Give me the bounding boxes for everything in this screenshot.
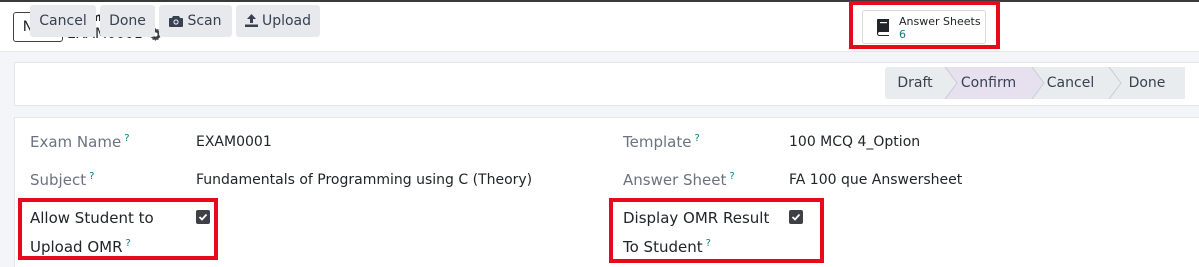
scan-label: Scan xyxy=(187,13,222,29)
template-label: Template? xyxy=(623,133,700,151)
exam-name-label: Exam Name? xyxy=(30,133,130,151)
help-icon[interactable]: ? xyxy=(729,171,734,182)
upload-label: Upload xyxy=(261,13,312,29)
subject-label: Subject? xyxy=(30,171,95,189)
template-value[interactable]: 100 MCQ 4_Option xyxy=(789,134,920,150)
help-icon[interactable]: ? xyxy=(89,171,94,182)
book-icon xyxy=(875,18,891,36)
help-icon[interactable]: ? xyxy=(694,133,699,144)
allow-upload-label: Allow Student to Upload OMR? xyxy=(30,209,154,256)
help-icon[interactable]: ? xyxy=(124,133,129,144)
stage-arrow-outline xyxy=(1108,67,1122,99)
stage-confirm[interactable]: Confirm xyxy=(945,67,1032,99)
subject-value[interactable]: Fundamentals of Programming using C (The… xyxy=(196,172,532,188)
done-button[interactable]: Done xyxy=(100,5,155,37)
upload-button[interactable]: Upload xyxy=(236,5,320,37)
cancel-button[interactable]: Cancel xyxy=(30,5,96,37)
stage-arrow-outline xyxy=(1031,67,1045,99)
display-result-label: Display OMR Result To Student? xyxy=(623,209,770,256)
help-icon[interactable]: ? xyxy=(706,238,711,249)
smart-button-count: 6 xyxy=(899,28,906,41)
exam-name-value[interactable]: EXAM0001 xyxy=(196,134,272,150)
stage-draft[interactable]: Draft xyxy=(885,67,945,99)
help-icon[interactable]: ? xyxy=(126,238,131,249)
answer-sheets-smart-button[interactable]: Answer Sheets 6 xyxy=(862,10,986,44)
upload-icon xyxy=(244,7,258,39)
scan-button[interactable]: Scan xyxy=(159,5,232,37)
camera-icon xyxy=(169,7,184,39)
stage-arrow-outline xyxy=(944,67,958,99)
smart-button-label: Answer Sheets xyxy=(899,15,981,28)
answer-sheet-value[interactable]: FA 100 que Answersheet xyxy=(789,172,962,188)
answer-sheet-label: Answer Sheet? xyxy=(623,171,735,189)
allow-upload-checkbox[interactable] xyxy=(196,210,210,224)
display-result-checkbox[interactable] xyxy=(789,210,803,224)
form-sheet xyxy=(14,117,1199,267)
